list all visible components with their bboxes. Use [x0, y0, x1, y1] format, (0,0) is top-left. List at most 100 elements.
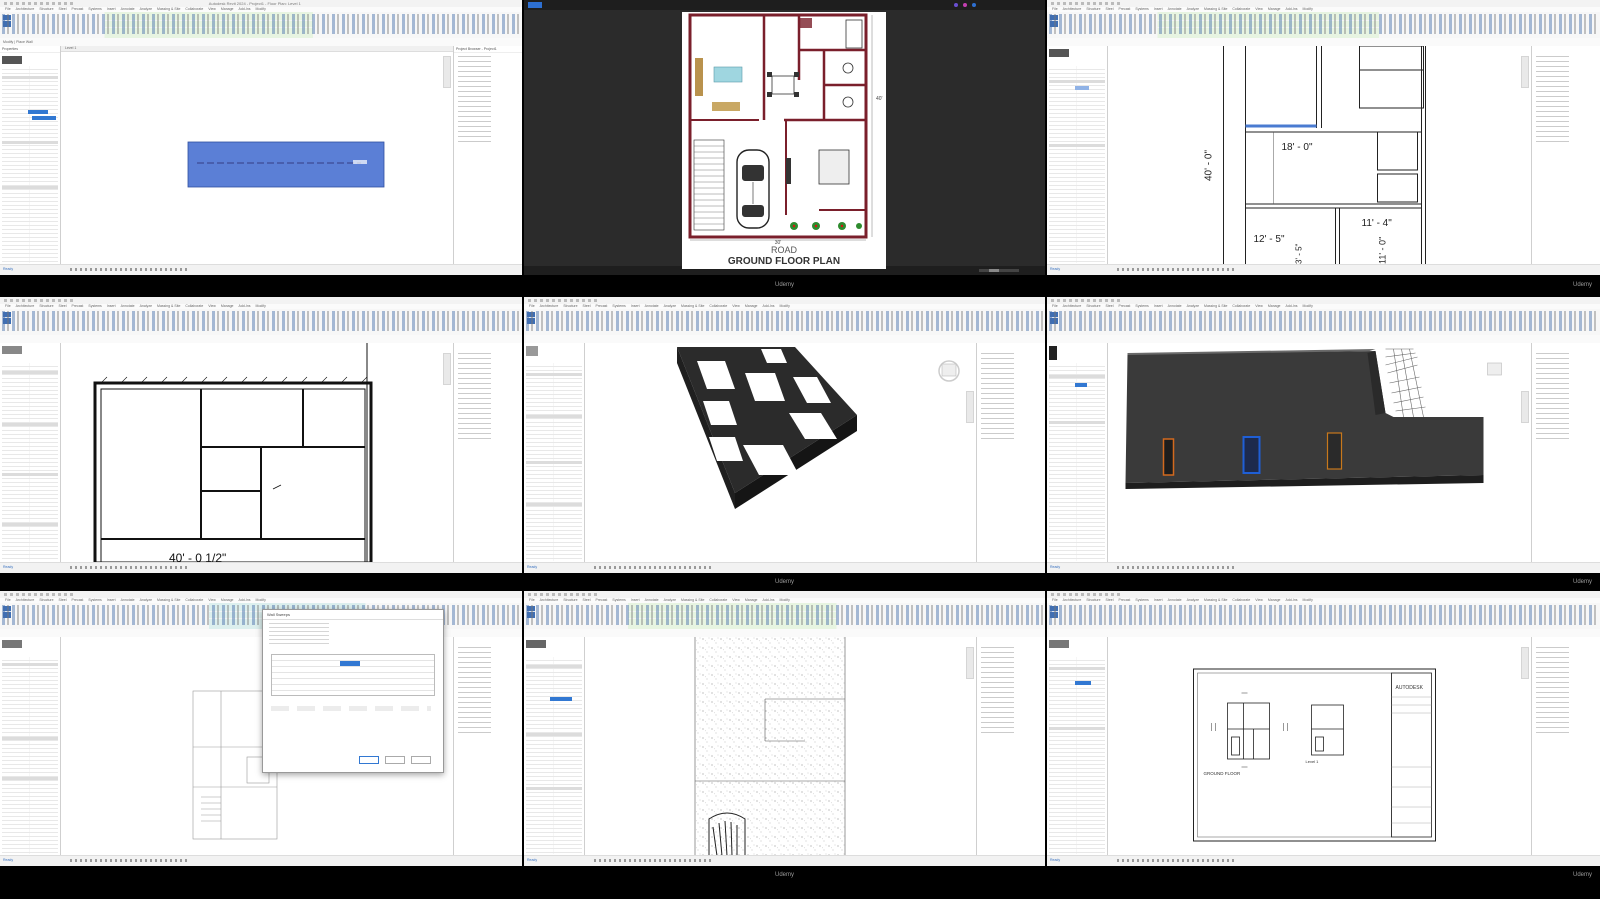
ribbon-tab[interactable]: Steel	[583, 598, 591, 602]
ribbon-tab[interactable]: View	[1255, 7, 1263, 11]
ribbon-tab[interactable]: Massing & Site	[157, 7, 180, 11]
ribbon-tab[interactable]: Analyze	[1187, 304, 1199, 308]
ribbon-tab[interactable]: Manage	[1268, 598, 1281, 602]
ribbon-tab[interactable]: File	[5, 7, 11, 11]
ribbon-tab[interactable]: Annotate	[1168, 598, 1182, 602]
ribbon-tab[interactable]: View	[732, 304, 740, 308]
ribbon[interactable]	[0, 309, 522, 336]
ribbon-tab[interactable]: Modify	[780, 598, 790, 602]
properties-palette[interactable]	[0, 343, 61, 563]
ribbon-tab[interactable]: Precast	[596, 598, 608, 602]
ribbon-tab[interactable]: Collaborate	[185, 304, 203, 308]
ribbon-tab[interactable]: Systems	[88, 598, 101, 602]
ribbon[interactable]	[0, 12, 522, 39]
properties-palette[interactable]	[524, 343, 585, 563]
type-selector-thumb[interactable]	[2, 56, 22, 64]
ribbon-tab[interactable]: Structure	[39, 304, 53, 308]
ribbon-tab[interactable]: Steel	[1106, 598, 1114, 602]
ribbon-tab[interactable]: Systems	[88, 7, 101, 11]
ribbon-tab[interactable]: Collaborate	[185, 7, 203, 11]
ribbon-tab[interactable]: Collaborate	[1232, 304, 1250, 308]
ribbon-tab[interactable]: Architecture	[1063, 7, 1082, 11]
ribbon-tab[interactable]: Analyze	[1187, 7, 1199, 11]
ribbon-tab[interactable]: View	[1255, 598, 1263, 602]
project-browser[interactable]	[976, 637, 1045, 856]
ribbon-tab[interactable]: Annotate	[645, 304, 659, 308]
ribbon-tab[interactable]: Annotate	[1168, 7, 1182, 11]
ribbon-tab[interactable]: Insert	[1154, 598, 1163, 602]
ribbon-tab[interactable]: Insert	[107, 7, 116, 11]
properties-palette[interactable]	[524, 637, 585, 856]
ribbon-tab[interactable]: Modify	[256, 304, 266, 308]
sweeps-table[interactable]	[271, 654, 435, 696]
wall-sweeps-dialog[interactable]: Wall Sweeps	[262, 609, 444, 773]
dialog-apply-button[interactable]	[411, 756, 431, 764]
ribbon-tab[interactable]: Collaborate	[1232, 7, 1250, 11]
sheet-canvas[interactable]: AUTODESK GROUND FLOOR Level 1	[1108, 637, 1531, 856]
ribbon-tab[interactable]: Systems	[1135, 7, 1148, 11]
ribbon-tab[interactable]: Modify	[1303, 304, 1313, 308]
ribbon-tab[interactable]: Architecture	[1063, 304, 1082, 308]
ribbon-tab[interactable]: View	[732, 598, 740, 602]
selected-cell[interactable]	[340, 661, 360, 666]
ribbon-tab[interactable]: Steel	[59, 304, 67, 308]
ribbon-tab[interactable]: Steel	[59, 7, 67, 11]
drawing-canvas[interactable]	[585, 637, 976, 856]
ribbon-tab[interactable]: Manage	[1268, 7, 1281, 11]
ribbon-tab[interactable]: Manage	[221, 598, 234, 602]
ribbon-tab[interactable]: View	[208, 598, 216, 602]
ribbon-tab[interactable]: Steel	[583, 304, 591, 308]
ribbon-tab[interactable]: Structure	[563, 304, 577, 308]
ribbon-tab[interactable]: Insert	[107, 304, 116, 308]
ribbon-tab[interactable]: Annotate	[1168, 304, 1182, 308]
ribbon-tab[interactable]: File	[5, 304, 11, 308]
properties-palette[interactable]: Properties	[0, 46, 61, 265]
project-browser[interactable]	[1531, 46, 1600, 265]
ribbon-tab[interactable]: Precast	[72, 304, 84, 308]
ribbon-tab[interactable]: Insert	[631, 304, 640, 308]
ribbon-tab[interactable]: File	[1052, 7, 1058, 11]
ribbon-tab[interactable]: Massing & Site	[1204, 7, 1227, 11]
ribbon[interactable]	[524, 603, 1045, 630]
ribbon-tab[interactable]: Systems	[612, 598, 625, 602]
project-browser[interactable]	[1531, 637, 1600, 856]
ribbon-tab[interactable]: Architecture	[540, 304, 559, 308]
ribbon-tab[interactable]: Annotate	[645, 598, 659, 602]
dropdown-option[interactable]	[32, 116, 56, 120]
ribbon-tab[interactable]: Systems	[88, 304, 101, 308]
project-browser[interactable]	[976, 343, 1045, 563]
ribbon-tab[interactable]: View	[208, 7, 216, 11]
ribbon-tab[interactable]: File	[529, 598, 535, 602]
ribbon-tab[interactable]: Insert	[1154, 7, 1163, 11]
ribbon-tab[interactable]: Add-Ins	[238, 598, 250, 602]
ribbon-tab[interactable]: Massing & Site	[681, 598, 704, 602]
ribbon-tab[interactable]: Collaborate	[1232, 598, 1250, 602]
ribbon-tab[interactable]: Add-Ins	[1285, 7, 1297, 11]
ribbon-tab[interactable]: Systems	[612, 304, 625, 308]
project-browser[interactable]	[453, 637, 522, 856]
drawing-canvas[interactable]: 40' - 0 1/2"	[61, 343, 453, 563]
ribbon-tab[interactable]: Annotate	[121, 7, 135, 11]
ribbon-tab[interactable]: Analyze	[1187, 598, 1199, 602]
ribbon[interactable]	[1047, 603, 1600, 630]
ribbon-tab[interactable]: Analyze	[140, 7, 152, 11]
navigation-bar[interactable]	[443, 56, 451, 88]
ribbon[interactable]	[1047, 309, 1600, 336]
properties-palette[interactable]	[0, 637, 61, 856]
ribbon-tab[interactable]: Structure	[39, 7, 53, 11]
ribbon-tab[interactable]: Insert	[107, 598, 116, 602]
ribbon-tab[interactable]: Collaborate	[185, 598, 203, 602]
ribbon-tab[interactable]: Architecture	[16, 598, 35, 602]
ribbon-tab[interactable]: Modify	[1303, 7, 1313, 11]
ribbon-tab[interactable]: Structure	[1086, 598, 1100, 602]
ribbon-tab[interactable]: Modify	[780, 304, 790, 308]
ribbon-tab[interactable]: Annotate	[121, 598, 135, 602]
ribbon-tab[interactable]: Massing & Site	[681, 304, 704, 308]
ribbon-tab[interactable]: File	[1052, 598, 1058, 602]
ribbon-tab[interactable]: Structure	[563, 598, 577, 602]
ribbon-tab[interactable]: Systems	[1135, 598, 1148, 602]
properties-palette[interactable]	[1047, 637, 1108, 856]
ribbon-tab[interactable]: Manage	[221, 304, 234, 308]
ribbon[interactable]	[1047, 12, 1600, 39]
ribbon-tab[interactable]: Collaborate	[709, 598, 727, 602]
